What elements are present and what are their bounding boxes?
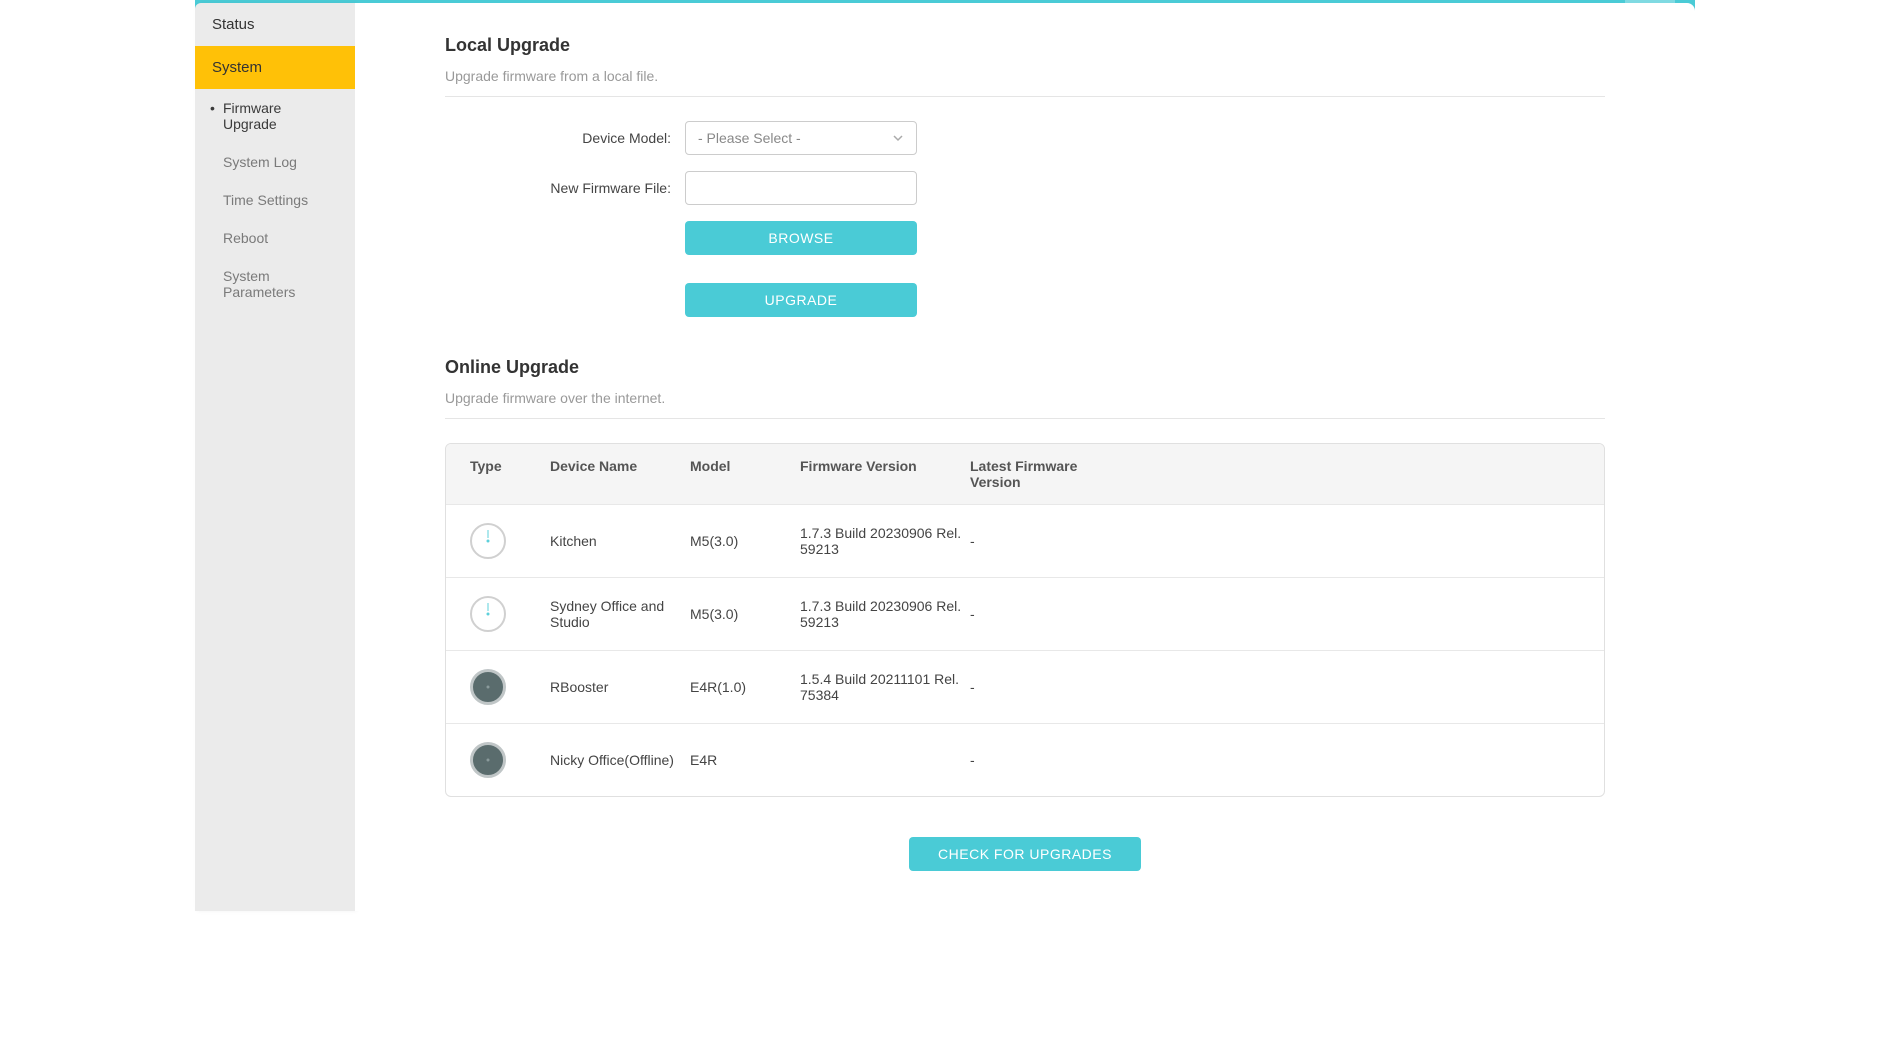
device-model-label: Device Model: (445, 130, 685, 146)
local-upgrade-desc: Upgrade firmware from a local file. (445, 68, 1605, 97)
device-type-icon (470, 596, 506, 632)
col-device-name: Device Name (550, 458, 690, 490)
sidebar-subitem-label: Reboot (223, 230, 268, 246)
sidebar-subitem-firmware-upgrade[interactable]: Firmware Upgrade (195, 89, 355, 143)
table-row: RBoosterE4R(1.0)1.5.4 Build 20211101 Rel… (446, 650, 1604, 723)
device-model-cell: M5(3.0) (690, 606, 800, 622)
chevron-down-icon (892, 132, 904, 144)
latest-firmware-cell: - (970, 752, 1105, 768)
online-upgrade-desc: Upgrade firmware over the internet. (445, 390, 1605, 419)
online-upgrade-title: Online Upgrade (445, 357, 1605, 378)
check-for-upgrades-button[interactable]: CHECK FOR UPGRADES (909, 837, 1141, 871)
sidebar-subitem-label: System Parameters (223, 268, 295, 300)
firmware-version-cell: 1.7.3 Build 20230906 Rel. 59213 (800, 525, 970, 557)
device-model-row: Device Model: - Please Select - (445, 121, 1605, 155)
sidebar-subitem-label: Firmware Upgrade (223, 100, 281, 132)
device-type-icon (470, 669, 506, 705)
sidebar-subitem-time-settings[interactable]: Time Settings (195, 181, 355, 219)
sidebar-subitem-system-log[interactable]: System Log (195, 143, 355, 181)
main-container: Status System Firmware Upgrade System Lo… (195, 34, 1695, 911)
firmware-file-label: New Firmware File: (445, 180, 685, 196)
device-name-cell: Sydney Office and Studio (550, 598, 690, 630)
sidebar-item-label: Status (212, 16, 255, 33)
table-row: Nicky Office(Offline)E4R - (446, 723, 1604, 796)
device-name-cell: Kitchen (550, 533, 690, 549)
sidebar-subitem-system-parameters[interactable]: System Parameters (195, 257, 355, 311)
device-name-cell: Nicky Office(Offline) (550, 752, 690, 768)
firmware-version-cell: 1.5.4 Build 20211101 Rel. 75384 (800, 671, 970, 703)
col-model: Model (690, 458, 800, 490)
device-model-placeholder: - Please Select - (698, 130, 801, 146)
local-upgrade-title: Local Upgrade (445, 35, 1605, 56)
upgrade-button[interactable]: UPGRADE (685, 283, 917, 317)
browse-button[interactable]: BROWSE (685, 221, 917, 255)
device-type-icon (470, 523, 506, 559)
sidebar-subitem-label: System Log (223, 154, 297, 170)
content-area: Local Upgrade Upgrade firmware from a lo… (355, 3, 1695, 911)
device-model-select[interactable]: - Please Select - (685, 121, 917, 155)
sidebar-item-status[interactable]: Status (195, 3, 355, 46)
table-header: Type Device Name Model Firmware Version … (446, 444, 1604, 504)
sidebar-item-label: System (212, 59, 262, 76)
online-upgrade-section: Online Upgrade Upgrade firmware over the… (445, 357, 1605, 871)
latest-firmware-cell: - (970, 533, 1105, 549)
device-name-cell: RBooster (550, 679, 690, 695)
latest-firmware-cell: - (970, 606, 1105, 622)
sidebar-subitem-reboot[interactable]: Reboot (195, 219, 355, 257)
latest-firmware-cell: - (970, 679, 1105, 695)
sidebar: Status System Firmware Upgrade System Lo… (195, 3, 355, 911)
col-latest-firmware: Latest Firmware Version (970, 458, 1105, 490)
table-row: Sydney Office and StudioM5(3.0)1.7.3 Bui… (446, 577, 1604, 650)
device-model-cell: E4R(1.0) (690, 679, 800, 695)
col-type: Type (470, 458, 550, 490)
device-table: Type Device Name Model Firmware Version … (445, 443, 1605, 797)
sidebar-item-system[interactable]: System (195, 46, 355, 89)
table-row: KitchenM5(3.0)1.7.3 Build 20230906 Rel. … (446, 504, 1604, 577)
device-type-icon (470, 742, 506, 778)
firmware-file-row: New Firmware File: (445, 171, 1605, 205)
firmware-file-input[interactable] (685, 171, 917, 205)
firmware-version-cell: 1.7.3 Build 20230906 Rel. 59213 (800, 598, 970, 630)
device-model-cell: M5(3.0) (690, 533, 800, 549)
sidebar-subitem-label: Time Settings (223, 192, 308, 208)
col-firmware-version: Firmware Version (800, 458, 970, 490)
device-model-cell: E4R (690, 752, 800, 768)
